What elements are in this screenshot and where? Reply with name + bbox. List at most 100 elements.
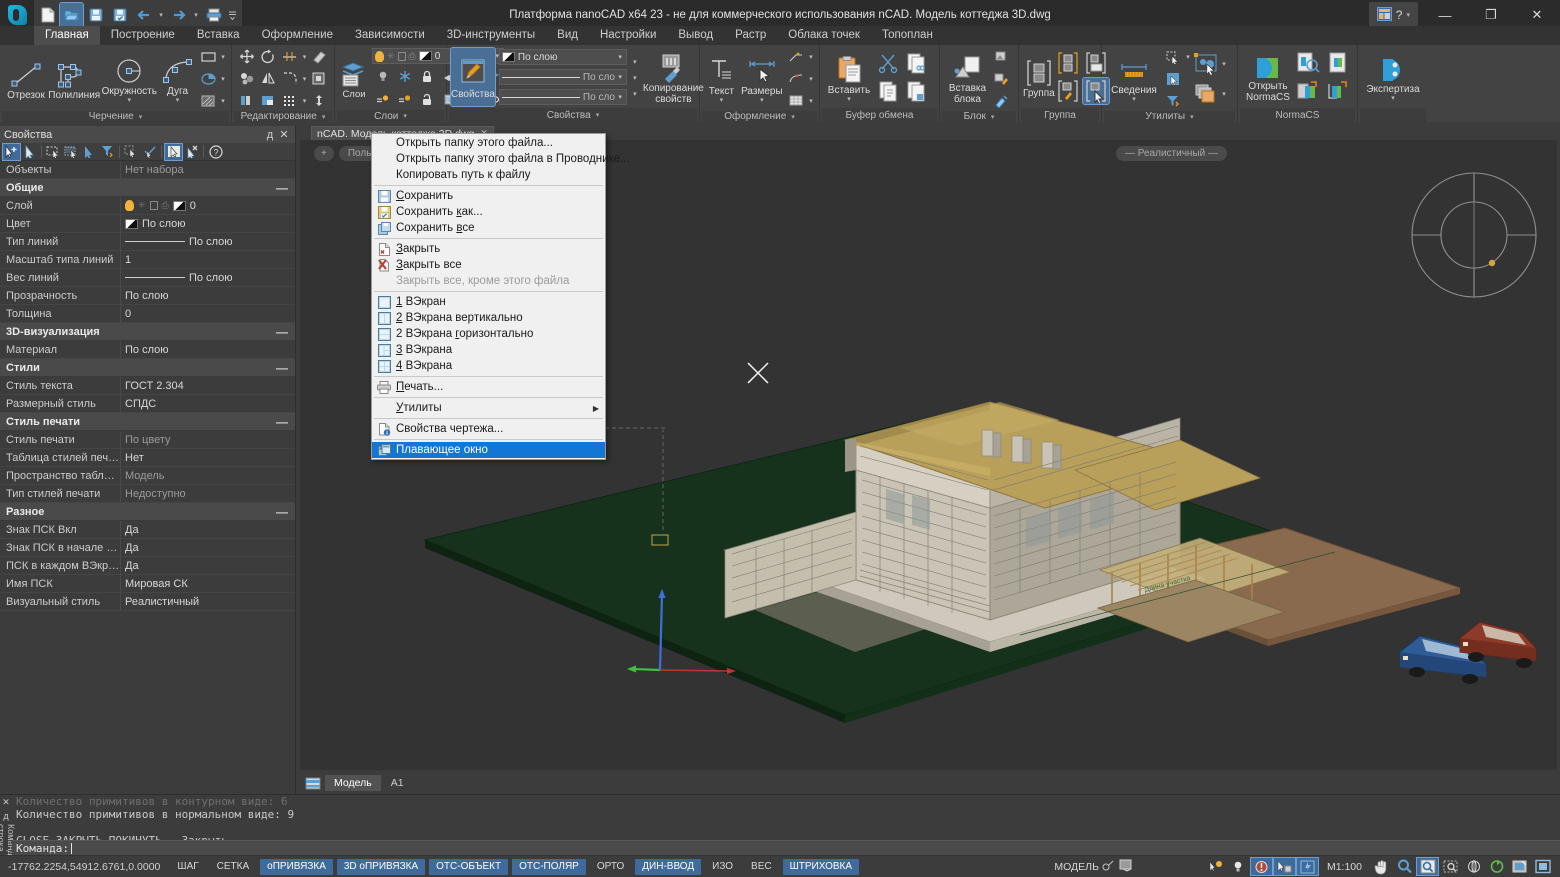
- expertise-caret-icon[interactable]: ▾: [1391, 96, 1395, 102]
- property-value[interactable]: Нет: [120, 449, 295, 467]
- property-value[interactable]: Да: [120, 557, 295, 575]
- tool-arc[interactable]: Дуга ▾: [158, 53, 197, 104]
- scale-icon[interactable]: [258, 90, 280, 111]
- normacs-link-icon[interactable]: [1324, 78, 1352, 104]
- layer-freeze-icon[interactable]: ✳: [138, 200, 146, 211]
- property-row[interactable]: Размерный стильСПДС: [0, 395, 295, 413]
- menu-item-0[interactable]: Открыть папку этого файла...: [372, 135, 605, 151]
- layer-thaw-all-icon[interactable]: [394, 89, 416, 110]
- paste-button[interactable]: Вставить ▾: [824, 52, 874, 103]
- layer-unlock-icon[interactable]: [416, 89, 438, 110]
- layer-on-all-icon[interactable]: [372, 89, 394, 110]
- rectangle-caret-icon[interactable]: ▾: [219, 53, 227, 61]
- layers-main-button[interactable]: Слои: [339, 59, 369, 100]
- status-toggle-дин-ввод[interactable]: ДИН-ВВОД: [635, 859, 701, 875]
- group-main-button[interactable]: Группа: [1023, 55, 1055, 99]
- property-value[interactable]: Модель: [120, 467, 295, 485]
- command-line-close-icon[interactable]: ✕: [2, 797, 10, 808]
- properties-expand-icon[interactable]: ▾: [596, 111, 600, 119]
- refresh-icon[interactable]: [1486, 858, 1507, 875]
- space-toggle-icon[interactable]: [1102, 859, 1116, 875]
- block-edit-icon[interactable]: [991, 68, 1013, 89]
- ribbon-tab-6[interactable]: Вид: [546, 26, 589, 45]
- menu-item-16[interactable]: 4 ВЭкрана: [372, 358, 605, 374]
- ribbon-tab-1[interactable]: Построение: [100, 26, 186, 45]
- normacs-export-icon[interactable]: [1294, 78, 1322, 104]
- redo-icon[interactable]: [167, 3, 190, 27]
- utilities-expand-icon[interactable]: ▾: [1190, 113, 1194, 121]
- pan-hand-icon[interactable]: [1371, 858, 1392, 875]
- property-row[interactable]: Знак ПСК ВклДа: [0, 521, 295, 539]
- menu-item-2[interactable]: Копировать путь к файлу: [372, 167, 605, 183]
- open-file-icon[interactable]: [60, 3, 83, 27]
- copy-properties-button[interactable]: Копирование свойств: [643, 50, 704, 105]
- property-row[interactable]: Вес линийПо слою: [0, 269, 295, 287]
- move-icon[interactable]: [236, 46, 258, 67]
- command-input[interactable]: Команда:: [12, 840, 1560, 855]
- ribbon-tab-9[interactable]: Растр: [724, 26, 777, 45]
- object-color-combo[interactable]: По слою ▾: [499, 49, 627, 65]
- measure-caret-icon[interactable]: ▾: [1184, 53, 1192, 61]
- property-row[interactable]: Масштаб типа линий1: [0, 251, 295, 269]
- ellipse-icon[interactable]: [197, 68, 219, 89]
- menu-item-9[interactable]: Закрыть все: [372, 257, 605, 273]
- properties-section-header[interactable]: Стиль печати—: [0, 413, 295, 431]
- select-check-icon[interactable]: [141, 144, 158, 160]
- menu-item-18[interactable]: Печать...: [372, 379, 605, 395]
- status-toggle-штриховка[interactable]: ШТРИХОВКА: [783, 859, 859, 875]
- property-row[interactable]: ПСК в каждом ВЭкранеДа: [0, 557, 295, 575]
- property-row[interactable]: Таблица стилей печатиНет: [0, 449, 295, 467]
- group-edit-icon[interactable]: [1055, 78, 1081, 104]
- property-value[interactable]: По слою: [120, 287, 295, 305]
- zoom-window-icon[interactable]: [1417, 858, 1438, 875]
- menu-item-14[interactable]: 2 ВЭкрана горизонтально: [372, 326, 605, 342]
- property-value[interactable]: Недоступно: [120, 485, 295, 503]
- block-attribute-icon[interactable]: [991, 90, 1013, 111]
- new-file-icon[interactable]: [36, 3, 59, 27]
- object-lineweight-combo[interactable]: По слою ▾: [499, 89, 627, 105]
- status-toggle-орто[interactable]: ОРТО: [590, 859, 631, 875]
- menu-item-13[interactable]: 2 ВЭкрана вертикально: [372, 310, 605, 326]
- property-row[interactable]: Визуальный стильРеалистичный: [0, 593, 295, 611]
- annotation-scale[interactable]: M1:100: [1319, 861, 1370, 873]
- file-context-menu[interactable]: Открыть папку этого файла...Открыть папк…: [371, 133, 606, 460]
- properties-main-button[interactable]: Свойства: [451, 48, 495, 106]
- normacs-search-icon[interactable]: [1294, 50, 1322, 76]
- object-color-caret-icon[interactable]: ▾: [618, 53, 624, 61]
- menu-item-22[interactable]: Свойства чертежа...: [372, 421, 605, 437]
- status-toggle-отс-поляр[interactable]: ОТС-ПОЛЯР: [512, 859, 586, 875]
- property-row[interactable]: ОбъектыНет набора: [0, 161, 295, 179]
- section-collapse-icon[interactable]: —: [276, 415, 288, 429]
- rectangle-icon[interactable]: [197, 46, 219, 67]
- zoom-icon[interactable]: [1394, 858, 1415, 875]
- draw-order-icon[interactable]: [1192, 81, 1220, 107]
- redo-caret-icon[interactable]: ▾: [191, 3, 201, 27]
- menu-item-15[interactable]: 3 ВЭкрана: [372, 342, 605, 358]
- section-collapse-icon[interactable]: —: [276, 361, 288, 375]
- property-value[interactable]: Нет набора: [120, 161, 295, 179]
- layer-freeze-icon-btn[interactable]: [394, 66, 416, 87]
- copy-icon[interactable]: [874, 77, 902, 105]
- status-toggle-отс-объект[interactable]: ОТС-ОБЪЕКТ: [429, 859, 508, 875]
- annotation-visibility-icon[interactable]: [1205, 858, 1226, 875]
- insert-block-button[interactable]: Вставка блока: [944, 52, 991, 105]
- annotation-expand-icon[interactable]: ▾: [791, 113, 795, 121]
- drawing-expand-icon[interactable]: ▾: [139, 113, 143, 121]
- ellipse-caret-icon[interactable]: ▾: [219, 75, 227, 83]
- property-value[interactable]: Мировая СК: [120, 575, 295, 593]
- menu-item-4[interactable]: Сохранить: [372, 188, 605, 204]
- ribbon-tab-10[interactable]: Облака точек: [777, 26, 871, 45]
- command-line-pin-icon[interactable]: д: [3, 811, 8, 821]
- property-value[interactable]: По слою: [120, 233, 295, 251]
- fullscreen-icon[interactable]: [1532, 858, 1553, 875]
- leader-icon[interactable]: [785, 46, 807, 67]
- layer-lock-icon[interactable]: [150, 201, 158, 210]
- properties-close-button[interactable]: ✕: [277, 128, 291, 141]
- property-value[interactable]: Реалистичный: [120, 593, 295, 611]
- menu-item-20[interactable]: Утилиты▶: [372, 400, 605, 416]
- color-swatch-icon[interactable]: [125, 219, 138, 229]
- window-select-icon[interactable]: [45, 144, 62, 160]
- property-value[interactable]: По цвету: [120, 431, 295, 449]
- select-add-icon[interactable]: [3, 144, 20, 160]
- properties-section-header[interactable]: Стили—: [0, 359, 295, 377]
